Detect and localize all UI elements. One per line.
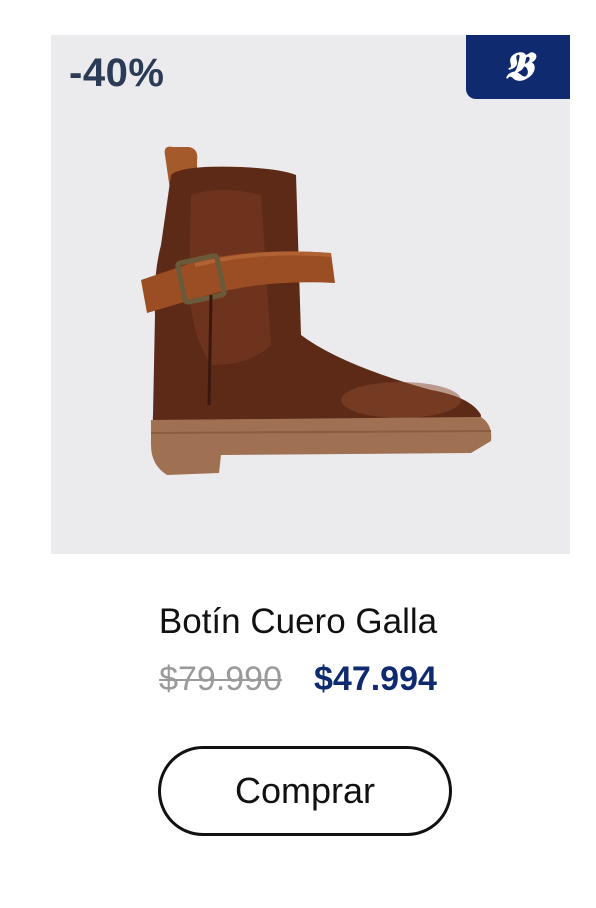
product-image-container[interactable]: -40% 𝕭 xyxy=(51,35,570,554)
sole-shape xyxy=(151,417,492,475)
ankle-boot-image[interactable] xyxy=(131,135,511,495)
discount-badge: -40% xyxy=(69,51,165,95)
price-row: $79.990 $47.994 xyxy=(0,660,596,699)
original-price: $79.990 xyxy=(159,660,282,698)
brand-badge: 𝕭 xyxy=(466,35,570,99)
zipper-line xyxy=(207,294,213,406)
product-title[interactable]: Botín Cuero Galla xyxy=(0,602,596,642)
sale-price: $47.994 xyxy=(314,660,437,698)
toe-highlight-shape xyxy=(341,382,461,418)
product-card[interactable]: -40% 𝕭 Botín Cuero Galla $79.990 $47.994… xyxy=(0,0,596,908)
gothic-b-logo-icon: 𝕭 xyxy=(503,43,533,90)
buy-button[interactable]: Comprar xyxy=(158,746,452,836)
